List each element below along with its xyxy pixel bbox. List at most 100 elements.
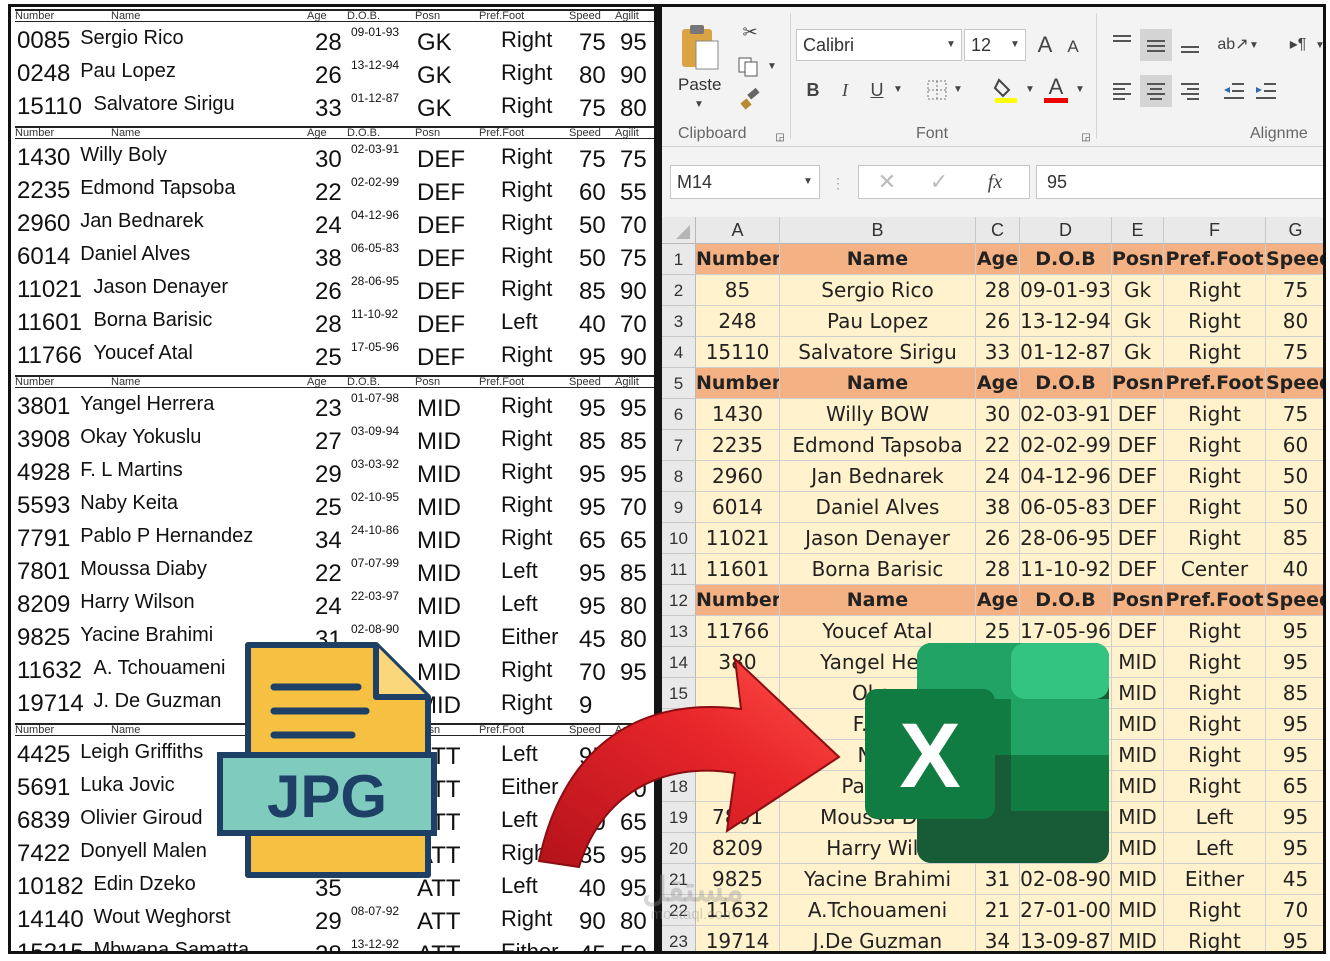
data-cell[interactable]: MID: [1112, 833, 1164, 864]
data-cell[interactable]: Right: [1164, 492, 1266, 523]
bold-button[interactable]: B: [798, 75, 828, 105]
data-cell[interactable]: 50: [1266, 461, 1323, 492]
data-cell[interactable]: Jason Denayer: [780, 523, 976, 554]
data-cell[interactable]: 95: [1266, 926, 1323, 951]
paste-icon[interactable]: [676, 21, 722, 73]
insert-function-icon[interactable]: fx: [980, 169, 1010, 195]
data-cell[interactable]: DEF: [1112, 430, 1164, 461]
data-cell[interactable]: 1430: [696, 399, 780, 430]
data-cell[interactable]: MID: [1112, 678, 1164, 709]
data-cell[interactable]: 248: [696, 306, 780, 337]
row-header[interactable]: 4: [662, 337, 696, 368]
data-cell[interactable]: MID: [1112, 864, 1164, 895]
data-cell[interactable]: MID: [1112, 740, 1164, 771]
align-bottom-icon[interactable]: [1176, 33, 1204, 59]
data-cell[interactable]: Right: [1164, 275, 1266, 306]
data-cell[interactable]: 06-05-83: [1020, 492, 1112, 523]
data-cell[interactable]: 75: [1266, 275, 1323, 306]
data-cell[interactable]: DEF: [1112, 492, 1164, 523]
data-cell[interactable]: Right: [1164, 709, 1266, 740]
header-cell[interactable]: Number: [696, 244, 780, 275]
data-cell[interactable]: 31: [976, 864, 1020, 895]
data-cell[interactable]: 33: [976, 337, 1020, 368]
row-header[interactable]: 7: [662, 430, 696, 461]
orientation-chevron-down-icon[interactable]: ▼: [1248, 39, 1260, 51]
data-cell[interactable]: Right: [1164, 616, 1266, 647]
data-cell[interactable]: 02-03-91: [1020, 399, 1112, 430]
data-cell[interactable]: Right: [1164, 461, 1266, 492]
header-cell[interactable]: Age: [976, 585, 1020, 616]
italic-button[interactable]: I: [830, 75, 860, 105]
data-cell[interactable]: DEF: [1112, 523, 1164, 554]
header-cell[interactable]: Pref.Foot: [1164, 585, 1266, 616]
data-cell[interactable]: 30: [976, 399, 1020, 430]
align-left-icon[interactable]: [1108, 77, 1136, 105]
data-cell[interactable]: DEF: [1112, 616, 1164, 647]
column-header-g[interactable]: G: [1266, 217, 1323, 244]
data-cell[interactable]: 28-06-95: [1020, 523, 1112, 554]
row-header[interactable]: 2: [662, 275, 696, 306]
data-cell[interactable]: Right: [1164, 337, 1266, 368]
data-cell[interactable]: 75: [1266, 337, 1323, 368]
data-cell[interactable]: MID: [1112, 895, 1164, 926]
fill-color-icon[interactable]: [992, 75, 1020, 105]
data-cell[interactable]: Right: [1164, 523, 1266, 554]
data-cell[interactable]: 80: [1266, 306, 1323, 337]
data-cell[interactable]: Right: [1164, 926, 1266, 951]
increase-indent-icon[interactable]: [1252, 77, 1280, 105]
data-cell[interactable]: Right: [1164, 678, 1266, 709]
data-cell[interactable]: 28: [976, 554, 1020, 585]
borders-icon[interactable]: [924, 77, 950, 103]
data-cell[interactable]: Right: [1164, 895, 1266, 926]
align-middle-icon[interactable]: [1140, 29, 1172, 61]
data-cell[interactable]: Right: [1164, 647, 1266, 678]
data-cell[interactable]: 22: [976, 430, 1020, 461]
header-cell[interactable]: Name: [780, 244, 976, 275]
align-top-icon[interactable]: [1108, 29, 1136, 55]
data-cell[interactable]: 24: [976, 461, 1020, 492]
data-cell[interactable]: Gk: [1112, 337, 1164, 368]
data-cell[interactable]: 15110: [696, 337, 780, 368]
data-cell[interactable]: 40: [1266, 554, 1323, 585]
data-cell[interactable]: MID: [1112, 771, 1164, 802]
row-header[interactable]: 1: [662, 244, 696, 275]
align-right-icon[interactable]: [1176, 77, 1204, 105]
data-cell[interactable]: 38: [976, 492, 1020, 523]
header-cell[interactable]: Age: [976, 368, 1020, 399]
data-cell[interactable]: Pau Lopez: [780, 306, 976, 337]
header-cell[interactable]: Name: [780, 585, 976, 616]
data-cell[interactable]: 28: [976, 275, 1020, 306]
font-color-chevron-down-icon[interactable]: ▼: [1074, 83, 1086, 95]
data-cell[interactable]: J.De Guzman: [780, 926, 976, 951]
data-cell[interactable]: 11601: [696, 554, 780, 585]
column-header-f[interactable]: F: [1164, 217, 1266, 244]
data-cell[interactable]: Right: [1164, 740, 1266, 771]
header-cell[interactable]: D.O.B: [1020, 244, 1112, 275]
data-cell[interactable]: 85: [696, 275, 780, 306]
clipboard-dialog-launcher-icon[interactable]: ◲: [774, 131, 786, 143]
data-cell[interactable]: Borna Barisic: [780, 554, 976, 585]
column-header-c[interactable]: C: [976, 217, 1020, 244]
header-cell[interactable]: Pref.Foot: [1164, 368, 1266, 399]
font-dialog-launcher-icon[interactable]: ◲: [1080, 131, 1092, 143]
font-name-chevron-down-icon[interactable]: ▼: [944, 37, 958, 51]
data-cell[interactable]: Gk: [1112, 275, 1164, 306]
row-header[interactable]: 8: [662, 461, 696, 492]
data-cell[interactable]: Right: [1164, 399, 1266, 430]
data-cell[interactable]: Jan Bednarek: [780, 461, 976, 492]
data-cell[interactable]: 27-01-00: [1020, 895, 1112, 926]
data-cell[interactable]: 45: [1266, 864, 1323, 895]
header-cell[interactable]: Number: [696, 368, 780, 399]
data-cell[interactable]: Right: [1164, 771, 1266, 802]
data-cell[interactable]: Willy BOW: [780, 399, 976, 430]
header-cell[interactable]: Number: [696, 585, 780, 616]
underline-chevron-down-icon[interactable]: ▼: [892, 83, 904, 95]
confirm-entry-icon[interactable]: ✓: [926, 169, 952, 195]
data-cell[interactable]: A.Tchouameni: [780, 895, 976, 926]
row-header[interactable]: 3: [662, 306, 696, 337]
data-cell[interactable]: 50: [1266, 492, 1323, 523]
data-cell[interactable]: Left: [1164, 833, 1266, 864]
header-cell[interactable]: D.O.B: [1020, 368, 1112, 399]
data-cell[interactable]: Right: [1164, 430, 1266, 461]
data-cell[interactable]: Salvatore Sirigu: [780, 337, 976, 368]
